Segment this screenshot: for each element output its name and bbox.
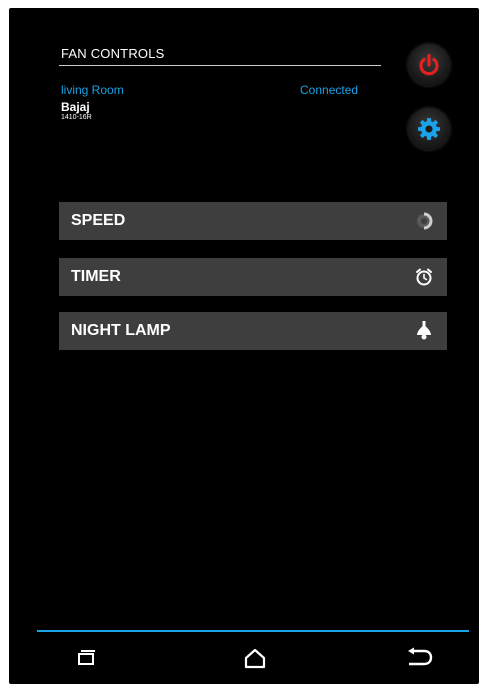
recent-apps-button[interactable] — [66, 638, 106, 678]
power-icon — [419, 53, 439, 76]
timer-label: TIMER — [71, 268, 121, 285]
device-brand: Bajaj — [61, 100, 90, 114]
home-button[interactable] — [235, 638, 275, 678]
page-title: FAN CONTROLS — [61, 46, 165, 61]
nav-bar-divider — [37, 630, 469, 632]
connection-status: Connected — [300, 83, 359, 97]
lamp-icon — [413, 320, 435, 342]
night-lamp-label: NIGHT LAMP — [71, 322, 171, 339]
speed-dial-icon — [413, 210, 435, 232]
speed-row[interactable]: SPEED — [59, 202, 447, 240]
back-icon — [408, 647, 433, 666]
recent-apps-icon — [78, 650, 95, 665]
alarm-clock-icon — [413, 266, 435, 288]
room-name: living Room — [61, 83, 124, 97]
device-model: 1410-16R — [61, 114, 92, 121]
power-button[interactable] — [408, 44, 450, 86]
header-divider — [59, 65, 381, 66]
timer-row[interactable]: TIMER — [59, 258, 447, 296]
back-button[interactable] — [399, 638, 439, 678]
phone-screen: FAN CONTROLS living Room Connected Bajaj… — [9, 8, 479, 684]
night-lamp-row[interactable]: NIGHT LAMP — [59, 312, 447, 350]
gear-icon — [418, 118, 440, 140]
speed-label: SPEED — [71, 212, 126, 229]
home-icon — [244, 648, 266, 669]
settings-button[interactable] — [408, 108, 450, 150]
